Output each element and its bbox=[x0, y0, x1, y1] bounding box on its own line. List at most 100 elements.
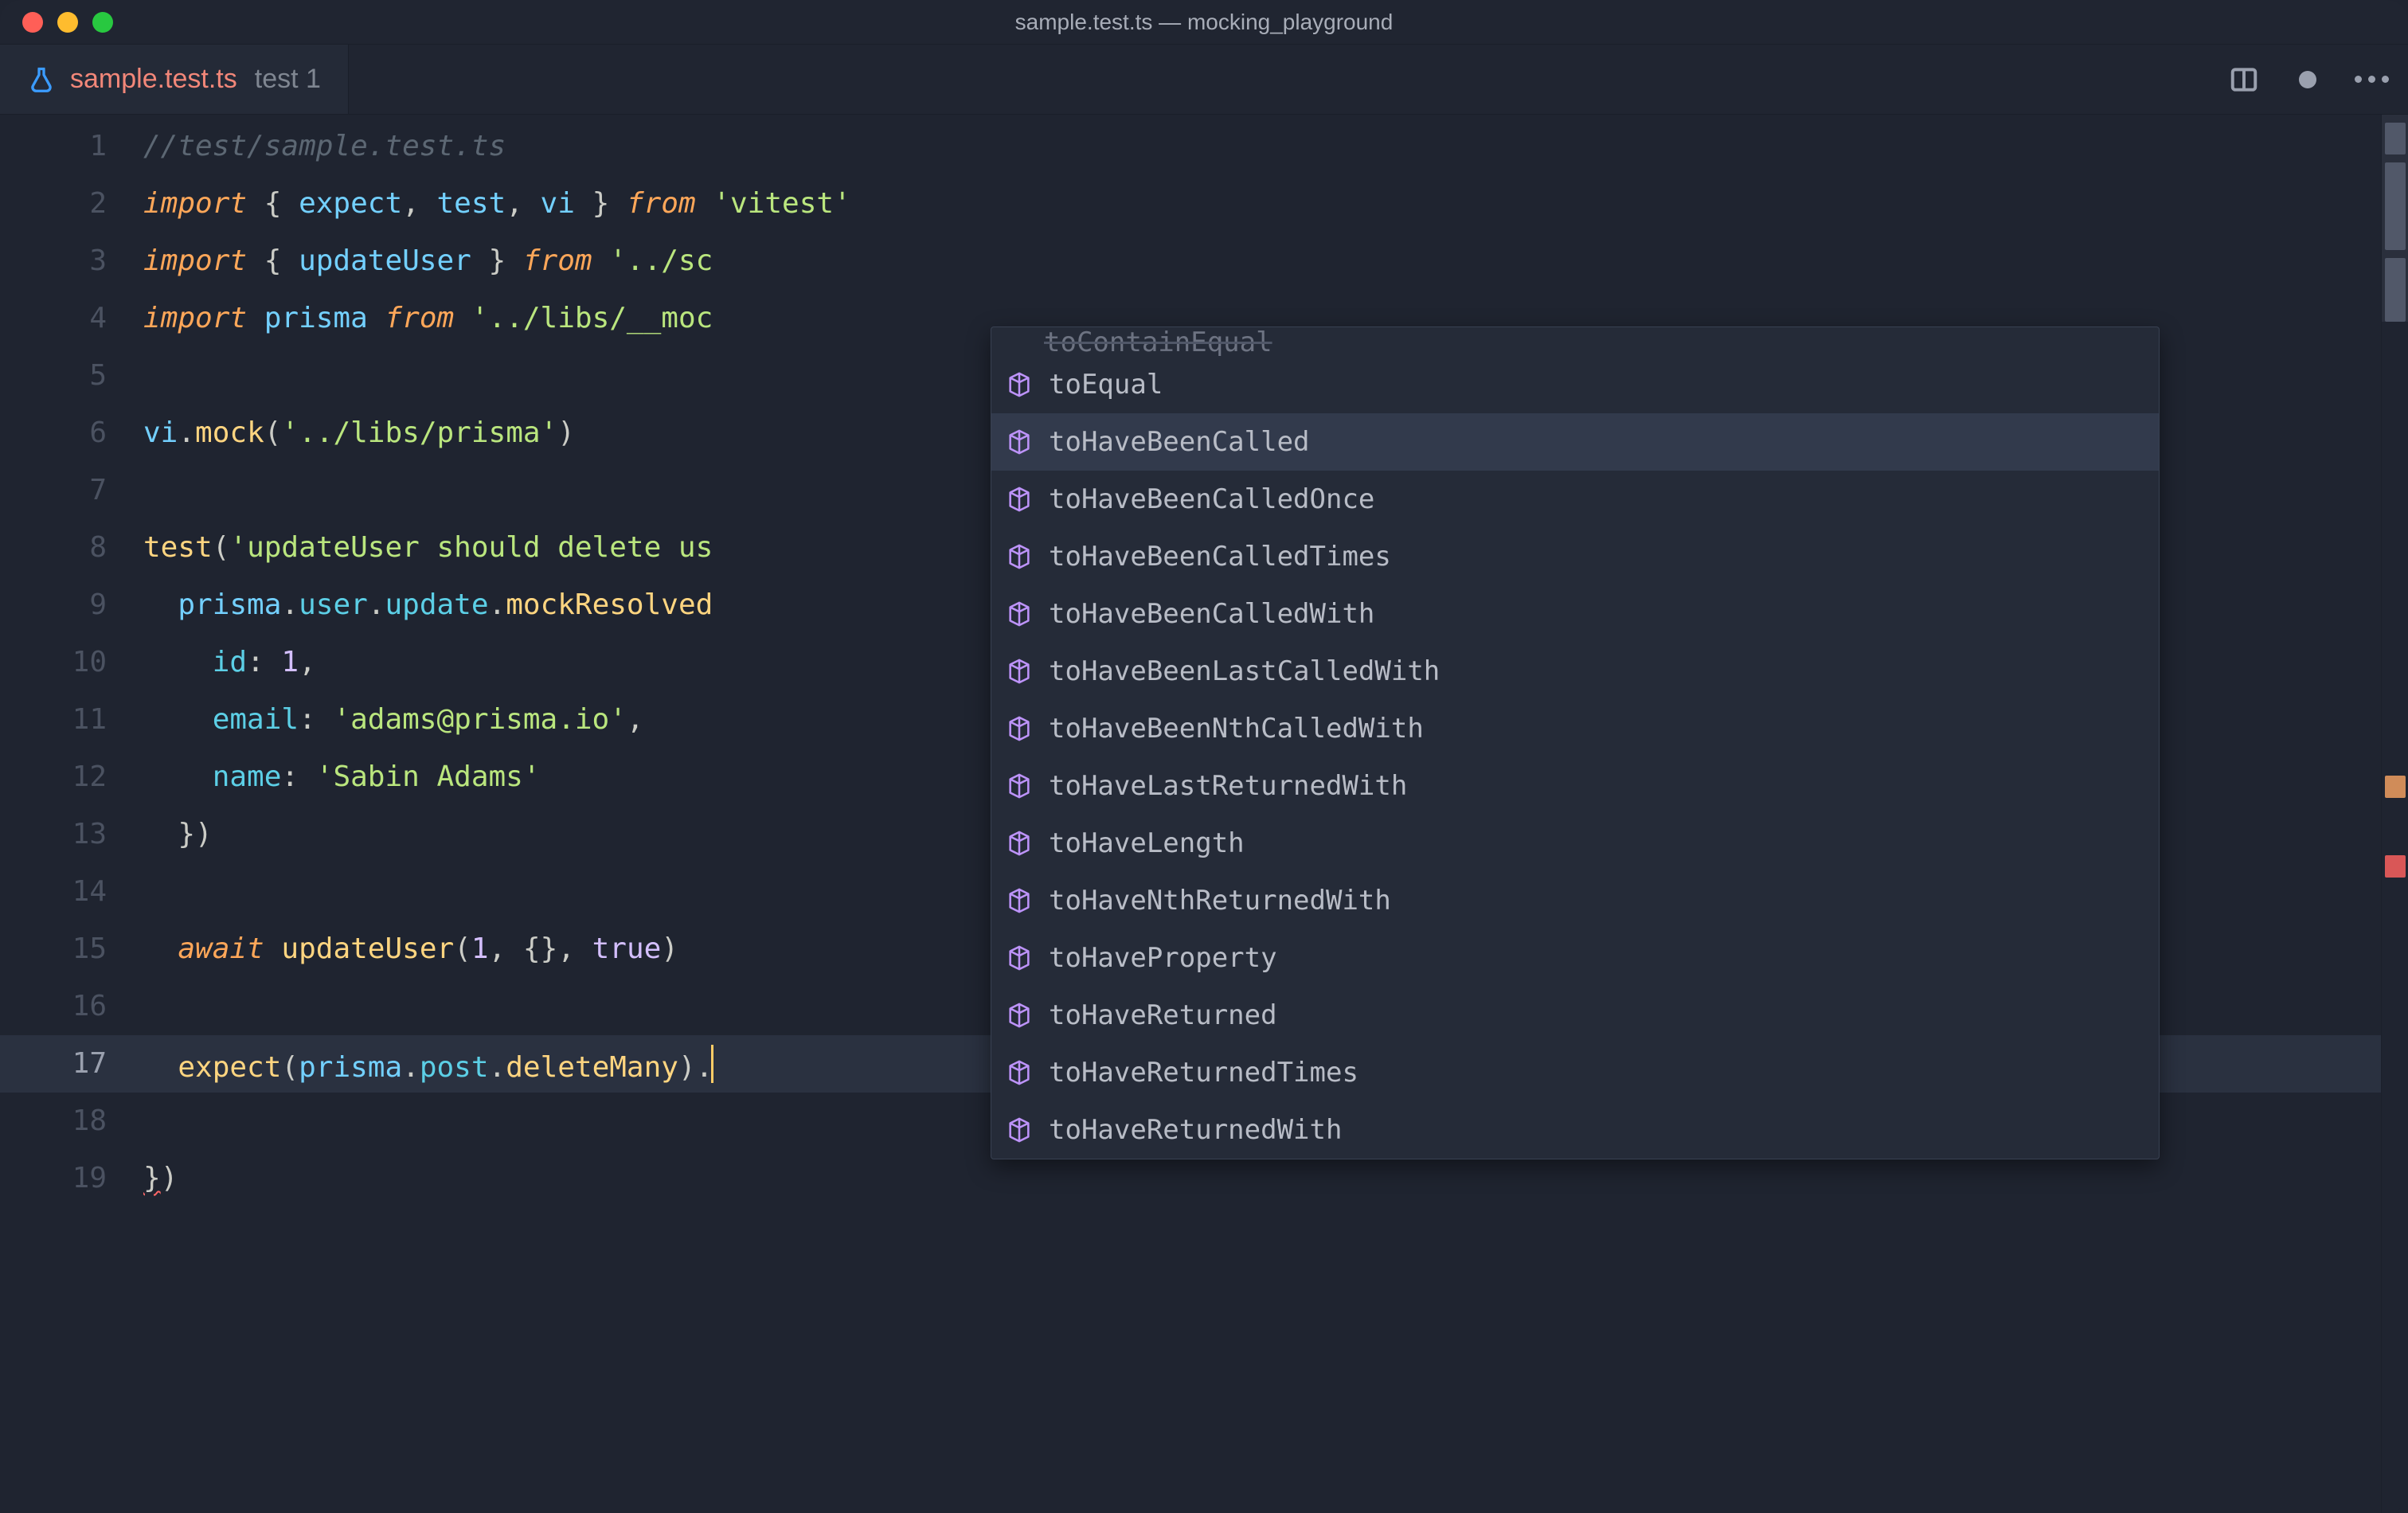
method-icon bbox=[1006, 371, 1033, 398]
suggestion-label: toHaveReturnedWith bbox=[1049, 1114, 1342, 1146]
traffic-lights bbox=[0, 12, 113, 33]
method-icon bbox=[1006, 428, 1033, 455]
code-content[interactable]: vi.mock('../libs/prisma') bbox=[143, 419, 575, 448]
overview-marker[interactable] bbox=[2385, 776, 2406, 798]
suggestion-label: toEqual bbox=[1049, 369, 1163, 401]
suggestion-label: toHaveReturned bbox=[1049, 999, 1277, 1031]
tab-label: test 1 bbox=[255, 64, 321, 95]
line-number[interactable]: 9 bbox=[0, 591, 143, 620]
line-number[interactable]: 4 bbox=[0, 304, 143, 333]
tab-sample-test[interactable]: sample.test.ts test 1 bbox=[0, 45, 349, 114]
suggestion-item[interactable]: toHaveReturnedTimes bbox=[991, 1044, 2159, 1101]
suggestion-label: toHaveBeenCalledTimes bbox=[1049, 541, 1391, 573]
suggestion-popup[interactable]: toContainEqual toEqual toHaveBeenCalled toH… bbox=[991, 326, 2160, 1159]
code-line[interactable]: 2import { expect, test, vi } from 'vites… bbox=[0, 175, 2381, 233]
code-content[interactable]: expect(prisma.post.deleteMany). bbox=[143, 1045, 713, 1083]
maximize-window-button[interactable] bbox=[92, 12, 113, 33]
code-content[interactable]: name: 'Sabin Adams' bbox=[143, 763, 541, 792]
code-content[interactable]: }) bbox=[143, 1164, 178, 1193]
method-icon bbox=[1006, 1059, 1033, 1086]
line-number[interactable]: 6 bbox=[0, 419, 143, 448]
window: sample.test.ts — mocking_playground samp… bbox=[0, 0, 2408, 1513]
line-number[interactable]: 10 bbox=[0, 648, 143, 677]
suggestion-item[interactable]: toHaveBeenLastCalledWith bbox=[991, 643, 2159, 700]
line-number[interactable]: 13 bbox=[0, 820, 143, 849]
suggestion-label: toHaveBeenCalled bbox=[1049, 426, 1310, 458]
method-icon bbox=[1006, 1002, 1033, 1029]
suggestion-item[interactable]: toHaveReturnedWith bbox=[991, 1101, 2159, 1159]
line-number[interactable]: 19 bbox=[0, 1164, 143, 1193]
beaker-icon bbox=[27, 65, 56, 94]
code-content[interactable]: import { expect, test, vi } from 'vitest… bbox=[143, 190, 851, 218]
suggestion-label: toHaveNthReturnedWith bbox=[1049, 885, 1391, 917]
suggestion-label: toHaveLength bbox=[1049, 827, 1245, 859]
split-editor-icon[interactable] bbox=[2228, 64, 2260, 96]
code-content[interactable]: import { updateUser } from '../sc bbox=[143, 247, 713, 276]
editor-actions bbox=[2228, 45, 2387, 114]
suggestion-peek: toContainEqual bbox=[991, 327, 2159, 356]
suggestion-label: toHaveLastReturnedWith bbox=[1049, 770, 1407, 802]
suggestion-item[interactable]: toHaveProperty bbox=[991, 929, 2159, 987]
code-content[interactable]: email: 'adams@prisma.io', bbox=[143, 706, 644, 734]
suggestion-item[interactable]: toHaveReturned bbox=[991, 987, 2159, 1044]
suggestion-item[interactable]: toHaveLastReturnedWith bbox=[991, 757, 2159, 815]
line-number[interactable]: 8 bbox=[0, 534, 143, 562]
code-content[interactable]: await updateUser(1, {}, true) bbox=[143, 935, 678, 964]
method-icon bbox=[1006, 658, 1033, 685]
editor-area: 1//test/sample.test.ts2import { expect, … bbox=[0, 115, 2408, 1513]
minimap[interactable] bbox=[2381, 115, 2408, 1513]
suggestion-label: toHaveBeenCalledOnce bbox=[1049, 483, 1374, 515]
method-icon bbox=[1006, 543, 1033, 570]
line-number[interactable]: 12 bbox=[0, 763, 143, 792]
suggestion-label: toHaveProperty bbox=[1049, 942, 1277, 974]
modified-indicator-icon[interactable] bbox=[2292, 64, 2324, 96]
line-number[interactable]: 18 bbox=[0, 1107, 143, 1136]
code-content[interactable]: import prisma from '../libs/__moc bbox=[143, 304, 713, 333]
suggestion-item[interactable]: toHaveNthReturnedWith bbox=[991, 872, 2159, 929]
line-number[interactable]: 17 bbox=[0, 1050, 143, 1078]
suggestion-label: toHaveReturnedTimes bbox=[1049, 1057, 1358, 1089]
minimap-block bbox=[2385, 258, 2406, 322]
line-number[interactable]: 7 bbox=[0, 476, 143, 505]
text-caret bbox=[711, 1045, 713, 1083]
suggestion-item[interactable]: toHaveBeenCalledOnce bbox=[991, 471, 2159, 528]
close-window-button[interactable] bbox=[22, 12, 43, 33]
window-title: sample.test.ts — mocking_playground bbox=[0, 10, 2408, 35]
suggestion-item[interactable]: toHaveBeenCalled bbox=[991, 413, 2159, 471]
method-icon bbox=[1006, 887, 1033, 914]
overview-marker[interactable] bbox=[2385, 855, 2406, 878]
code-line[interactable]: 3import { updateUser } from '../sc bbox=[0, 233, 2381, 290]
suggestion-item[interactable]: toHaveBeenNthCalledWith bbox=[991, 700, 2159, 757]
code-content[interactable]: }) bbox=[143, 820, 213, 849]
code-content[interactable]: prisma.user.update.mockResolved bbox=[143, 591, 713, 620]
line-number[interactable]: 14 bbox=[0, 878, 143, 906]
line-number[interactable]: 16 bbox=[0, 992, 143, 1021]
line-number[interactable]: 15 bbox=[0, 935, 143, 964]
more-actions-icon[interactable] bbox=[2355, 64, 2387, 96]
method-icon bbox=[1006, 715, 1033, 742]
method-icon bbox=[1006, 772, 1033, 800]
suggestion-item[interactable]: toHaveBeenCalledTimes bbox=[991, 528, 2159, 585]
line-number[interactable]: 1 bbox=[0, 132, 143, 161]
suggestion-item[interactable]: toHaveBeenCalledWith bbox=[991, 585, 2159, 643]
tab-filename: sample.test.ts bbox=[70, 64, 237, 95]
minimap-block bbox=[2385, 162, 2406, 250]
line-number[interactable]: 2 bbox=[0, 190, 143, 218]
line-number[interactable]: 5 bbox=[0, 362, 143, 390]
code-content[interactable]: test('updateUser should delete us bbox=[143, 534, 713, 562]
minimize-window-button[interactable] bbox=[57, 12, 78, 33]
method-icon bbox=[1006, 486, 1033, 513]
method-icon bbox=[1006, 830, 1033, 857]
suggestion-label: toHaveBeenCalledWith bbox=[1049, 598, 1374, 630]
suggestion-item[interactable]: toEqual bbox=[991, 356, 2159, 413]
suggestion-item[interactable]: toHaveLength bbox=[991, 815, 2159, 872]
code-content[interactable]: //test/sample.test.ts bbox=[143, 132, 506, 161]
code-line[interactable]: 1//test/sample.test.ts bbox=[0, 118, 2381, 175]
line-number[interactable]: 3 bbox=[0, 247, 143, 276]
minimap-block bbox=[2385, 123, 2406, 154]
titlebar: sample.test.ts — mocking_playground bbox=[0, 0, 2408, 45]
method-icon bbox=[1006, 600, 1033, 627]
suggestion-label: toHaveBeenLastCalledWith bbox=[1049, 655, 1440, 687]
line-number[interactable]: 11 bbox=[0, 706, 143, 734]
code-content[interactable]: id: 1, bbox=[143, 648, 316, 677]
